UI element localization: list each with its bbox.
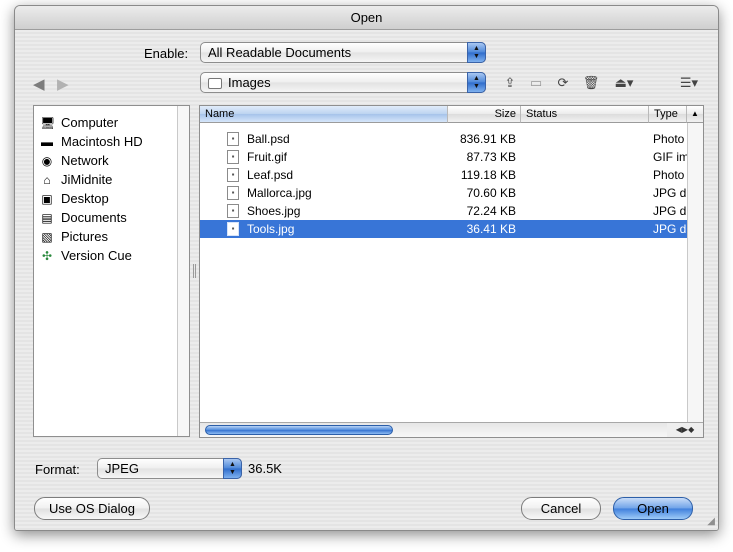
sidebar-item-pictures[interactable]: ▧ Pictures <box>40 227 108 246</box>
drive-menu-icon[interactable]: ⏏▾ <box>611 75 637 91</box>
sidebar-item-jimidnite[interactable]: ⌂ JiMidnite <box>40 170 112 189</box>
sidebar-item-label: JiMidnite <box>61 172 113 187</box>
format-label: Format: <box>35 462 80 477</box>
folder-icon <box>208 78 222 90</box>
back-arrow-icon[interactable]: ◀ <box>33 75 45 93</box>
pictures-folder-icon: ▧ <box>41 229 53 244</box>
sidebar-item-label: Network <box>61 153 109 168</box>
column-header-status[interactable]: Status <box>521 106 649 123</box>
location-popup[interactable]: Images ▲ ▼ <box>200 72 486 93</box>
format-popup[interactable]: JPEG ▲ ▼ <box>97 458 242 479</box>
location-popup-value: Images <box>228 75 271 90</box>
use-os-dialog-button[interactable]: Use OS Dialog <box>34 497 150 520</box>
user-home-icon: ⌂ <box>43 172 51 187</box>
sidebar-item-label: Documents <box>61 210 127 225</box>
sidebar-item-label: Pictures <box>61 229 108 244</box>
scroll-arrows-icon[interactable]: ◀▶◆ <box>667 422 703 437</box>
column-header-name[interactable]: Name <box>200 106 448 123</box>
column-header-size[interactable]: Size <box>448 106 521 123</box>
resize-grip-icon[interactable]: ◢ <box>707 517 715 527</box>
sidebar: 🖥 Computer ▬ Macintosh HD ◉ Network ⌂ Ji… <box>33 105 190 437</box>
file-size: 36.41 KB <box>466 222 516 236</box>
enable-popup[interactable]: All Readable Documents ▲ ▼ <box>200 42 486 63</box>
sidebar-item-label: Version Cue <box>61 248 132 263</box>
view-menu-icon[interactable]: ☰▾ <box>675 75 703 91</box>
file-name: Leaf.psd <box>247 168 294 182</box>
table-row[interactable]: ▪ Shoes.jpg 72.24 KB JPG d <box>200 202 687 220</box>
file-icon: ▪ <box>227 150 239 164</box>
sort-direction-icon[interactable]: ▲ <box>687 106 703 123</box>
file-icon: ▪ <box>227 132 239 146</box>
enable-popup-value: All Readable Documents <box>208 45 352 60</box>
file-icon: ▪ <box>227 168 239 182</box>
refresh-icon[interactable]: ⟳ <box>554 75 572 91</box>
sidebar-item-desktop[interactable]: ▣ Desktop <box>40 189 109 208</box>
split-view-handle[interactable] <box>193 264 196 278</box>
column-header-type[interactable]: Type <box>649 106 687 123</box>
table-row-selected[interactable]: ▪ Tools.jpg 36.41 KB JPG d <box>200 220 687 238</box>
table-row[interactable]: ▪ Mallorca.jpg 70.60 KB JPG d <box>200 184 687 202</box>
computer-icon: 🖥 <box>40 115 56 130</box>
file-type: Photo <box>653 132 685 146</box>
hard-drive-icon: ▬ <box>41 134 53 149</box>
sidebar-item-computer[interactable]: 🖥 Computer <box>40 113 118 132</box>
file-type: Photo <box>653 168 685 182</box>
file-size: 119.18 KB <box>460 168 516 182</box>
enable-label: Enable: <box>144 46 189 61</box>
file-icon: ▪ <box>227 222 239 236</box>
version-cue-icon: ✣ <box>41 248 53 263</box>
file-size: 70.60 KB <box>466 186 516 200</box>
table-row[interactable]: ▪ Fruit.gif 87.73 KB GIF im <box>200 148 687 166</box>
file-list: Name Size Status Type ▲ ▪ Ball.psd 836.9… <box>199 105 704 438</box>
file-size: 836.91 KB <box>459 132 516 146</box>
up-folder-icon[interactable]: ⇪ <box>501 75 519 91</box>
sidebar-item-network[interactable]: ◉ Network <box>40 151 109 170</box>
file-type: JPG d <box>653 204 687 218</box>
file-size-readout: 36.5K <box>248 461 282 476</box>
forward-arrow-icon[interactable]: ▶ <box>57 75 69 93</box>
file-name: Shoes.jpg <box>247 204 301 218</box>
file-name: Mallorca.jpg <box>247 186 312 200</box>
file-size: 72.24 KB <box>466 204 516 218</box>
new-folder-icon[interactable]: ▭ <box>527 75 545 91</box>
file-size: 87.73 KB <box>466 150 516 164</box>
window-title: Open <box>15 6 718 30</box>
format-popup-value: JPEG <box>105 461 139 476</box>
file-list-horizontal-scrollbar[interactable] <box>200 422 687 437</box>
file-type: JPG d <box>653 186 687 200</box>
sidebar-item-version-cue[interactable]: ✣ Version Cue <box>40 246 132 265</box>
scroll-thumb[interactable] <box>205 425 393 435</box>
dialog-body: Enable: All Readable Documents ▲ ▼ ◀ ▶ Im… <box>15 30 718 530</box>
open-button[interactable]: Open <box>613 497 693 520</box>
documents-folder-icon: ▤ <box>41 210 53 225</box>
sidebar-item-documents[interactable]: ▤ Documents <box>40 208 127 227</box>
sidebar-item-label: Macintosh HD <box>61 134 143 149</box>
open-dialog-window: Open Enable: All Readable Documents ▲ ▼ ◀… <box>14 5 719 531</box>
table-row[interactable]: ▪ Leaf.psd 119.18 KB Photo <box>200 166 687 184</box>
file-type: GIF im <box>653 150 687 164</box>
sidebar-item-label: Desktop <box>61 191 109 206</box>
table-row[interactable]: ▪ Ball.psd 836.91 KB Photo <box>200 130 687 148</box>
file-type: JPG d <box>653 222 687 236</box>
cancel-button[interactable]: Cancel <box>521 497 601 520</box>
popup-arrows-icon: ▲ ▼ <box>467 42 486 63</box>
file-name: Tools.jpg <box>247 222 295 236</box>
popup-arrows-icon: ▲ ▼ <box>223 458 242 479</box>
desktop-icon: ▣ <box>41 191 53 206</box>
file-name: Fruit.gif <box>247 150 288 164</box>
file-icon: ▪ <box>227 186 239 200</box>
file-list-vertical-scrollbar[interactable] <box>687 123 703 422</box>
sidebar-item-macintosh-hd[interactable]: ▬ Macintosh HD <box>40 132 143 151</box>
file-name: Ball.psd <box>247 132 290 146</box>
file-icon: ▪ <box>227 204 239 218</box>
popup-arrows-icon: ▲ ▼ <box>467 72 486 93</box>
sidebar-item-label: Computer <box>61 115 119 130</box>
network-globe-icon: ◉ <box>41 153 53 168</box>
trash-icon[interactable]: 🗑 <box>582 75 600 91</box>
sidebar-scrollbar[interactable] <box>177 106 189 436</box>
